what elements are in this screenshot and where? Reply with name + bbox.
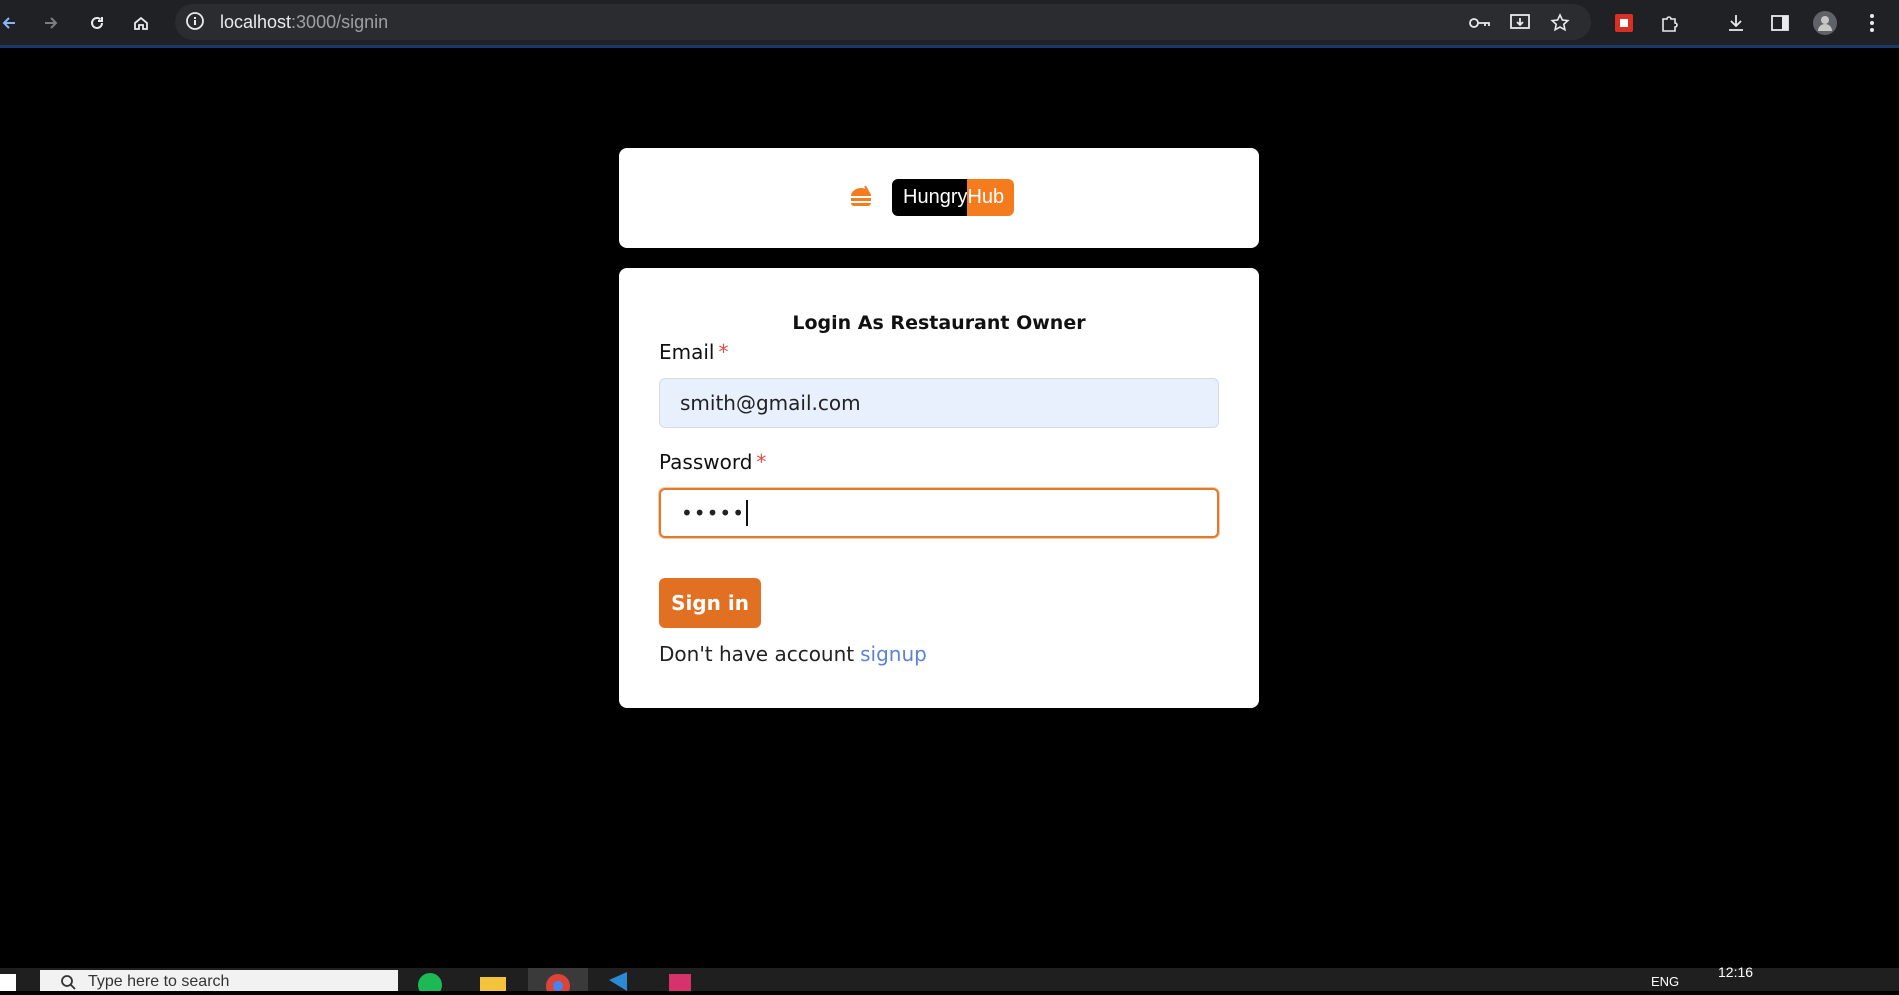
back-icon[interactable] [0,8,24,38]
email-field[interactable]: smith@gmail.com [659,378,1219,428]
site-info-icon[interactable] [185,11,205,35]
install-app-icon[interactable] [1507,10,1533,36]
windows-start-icon[interactable] [0,974,16,991]
spotify-icon[interactable] [417,972,443,995]
password-value: ••••• [681,501,745,525]
home-icon[interactable] [126,8,156,38]
side-panel-icon[interactable] [1765,8,1795,38]
bookmark-star-icon[interactable] [1547,10,1573,36]
profile-avatar[interactable] [1810,8,1840,38]
extensions-puzzle-icon[interactable] [1655,8,1685,38]
address-bar[interactable]: localhost:3000/signin [175,4,1591,40]
brand-name-part2: Hub [967,179,1015,216]
taskbar-language[interactable]: ENG [1651,974,1679,989]
taskbar-clock[interactable]: 12:16 [1718,964,1753,980]
email-value: smith@gmail.com [680,391,861,415]
burger-icon [848,184,874,212]
password-field[interactable]: ••••• [659,488,1219,538]
extension-red-icon[interactable] [1609,8,1639,38]
logo-card: Hungry Hub [619,148,1259,248]
brand-name-part1: Hungry [892,179,968,216]
url-text: localhost:3000/signin [220,12,389,32]
password-label: Password * [659,450,767,474]
chrome-taskbar-icon[interactable] [528,968,588,991]
intellij-icon[interactable] [668,972,694,991]
signup-prompt: Don't have account signup [659,642,927,666]
signup-link[interactable]: signup [860,642,927,666]
email-label: Email * [659,340,729,364]
brand-name: Hungry Hub [892,179,1015,216]
login-form: Login As Restaurant Owner Email * smith@g… [619,268,1259,708]
browser-toolbar: localhost:3000/signin [0,0,1899,48]
file-explorer-icon[interactable] [479,972,506,991]
windows-taskbar: Type here to search ENG 12:16 [0,964,1899,995]
search-icon [61,975,76,990]
sign-in-button[interactable]: Sign in [659,578,761,628]
vscode-icon[interactable] [605,972,631,991]
forward-icon[interactable] [36,8,66,38]
downloads-icon[interactable] [1721,8,1751,38]
text-caret [745,500,748,526]
form-title: Login As Restaurant Owner [792,312,1086,334]
password-key-icon[interactable] [1467,10,1493,36]
reload-icon[interactable] [82,8,112,38]
brand-logo[interactable]: Hungry Hub [848,179,1015,216]
taskbar-search[interactable]: Type here to search [40,970,398,991]
browser-menu-icon[interactable] [1857,8,1887,38]
